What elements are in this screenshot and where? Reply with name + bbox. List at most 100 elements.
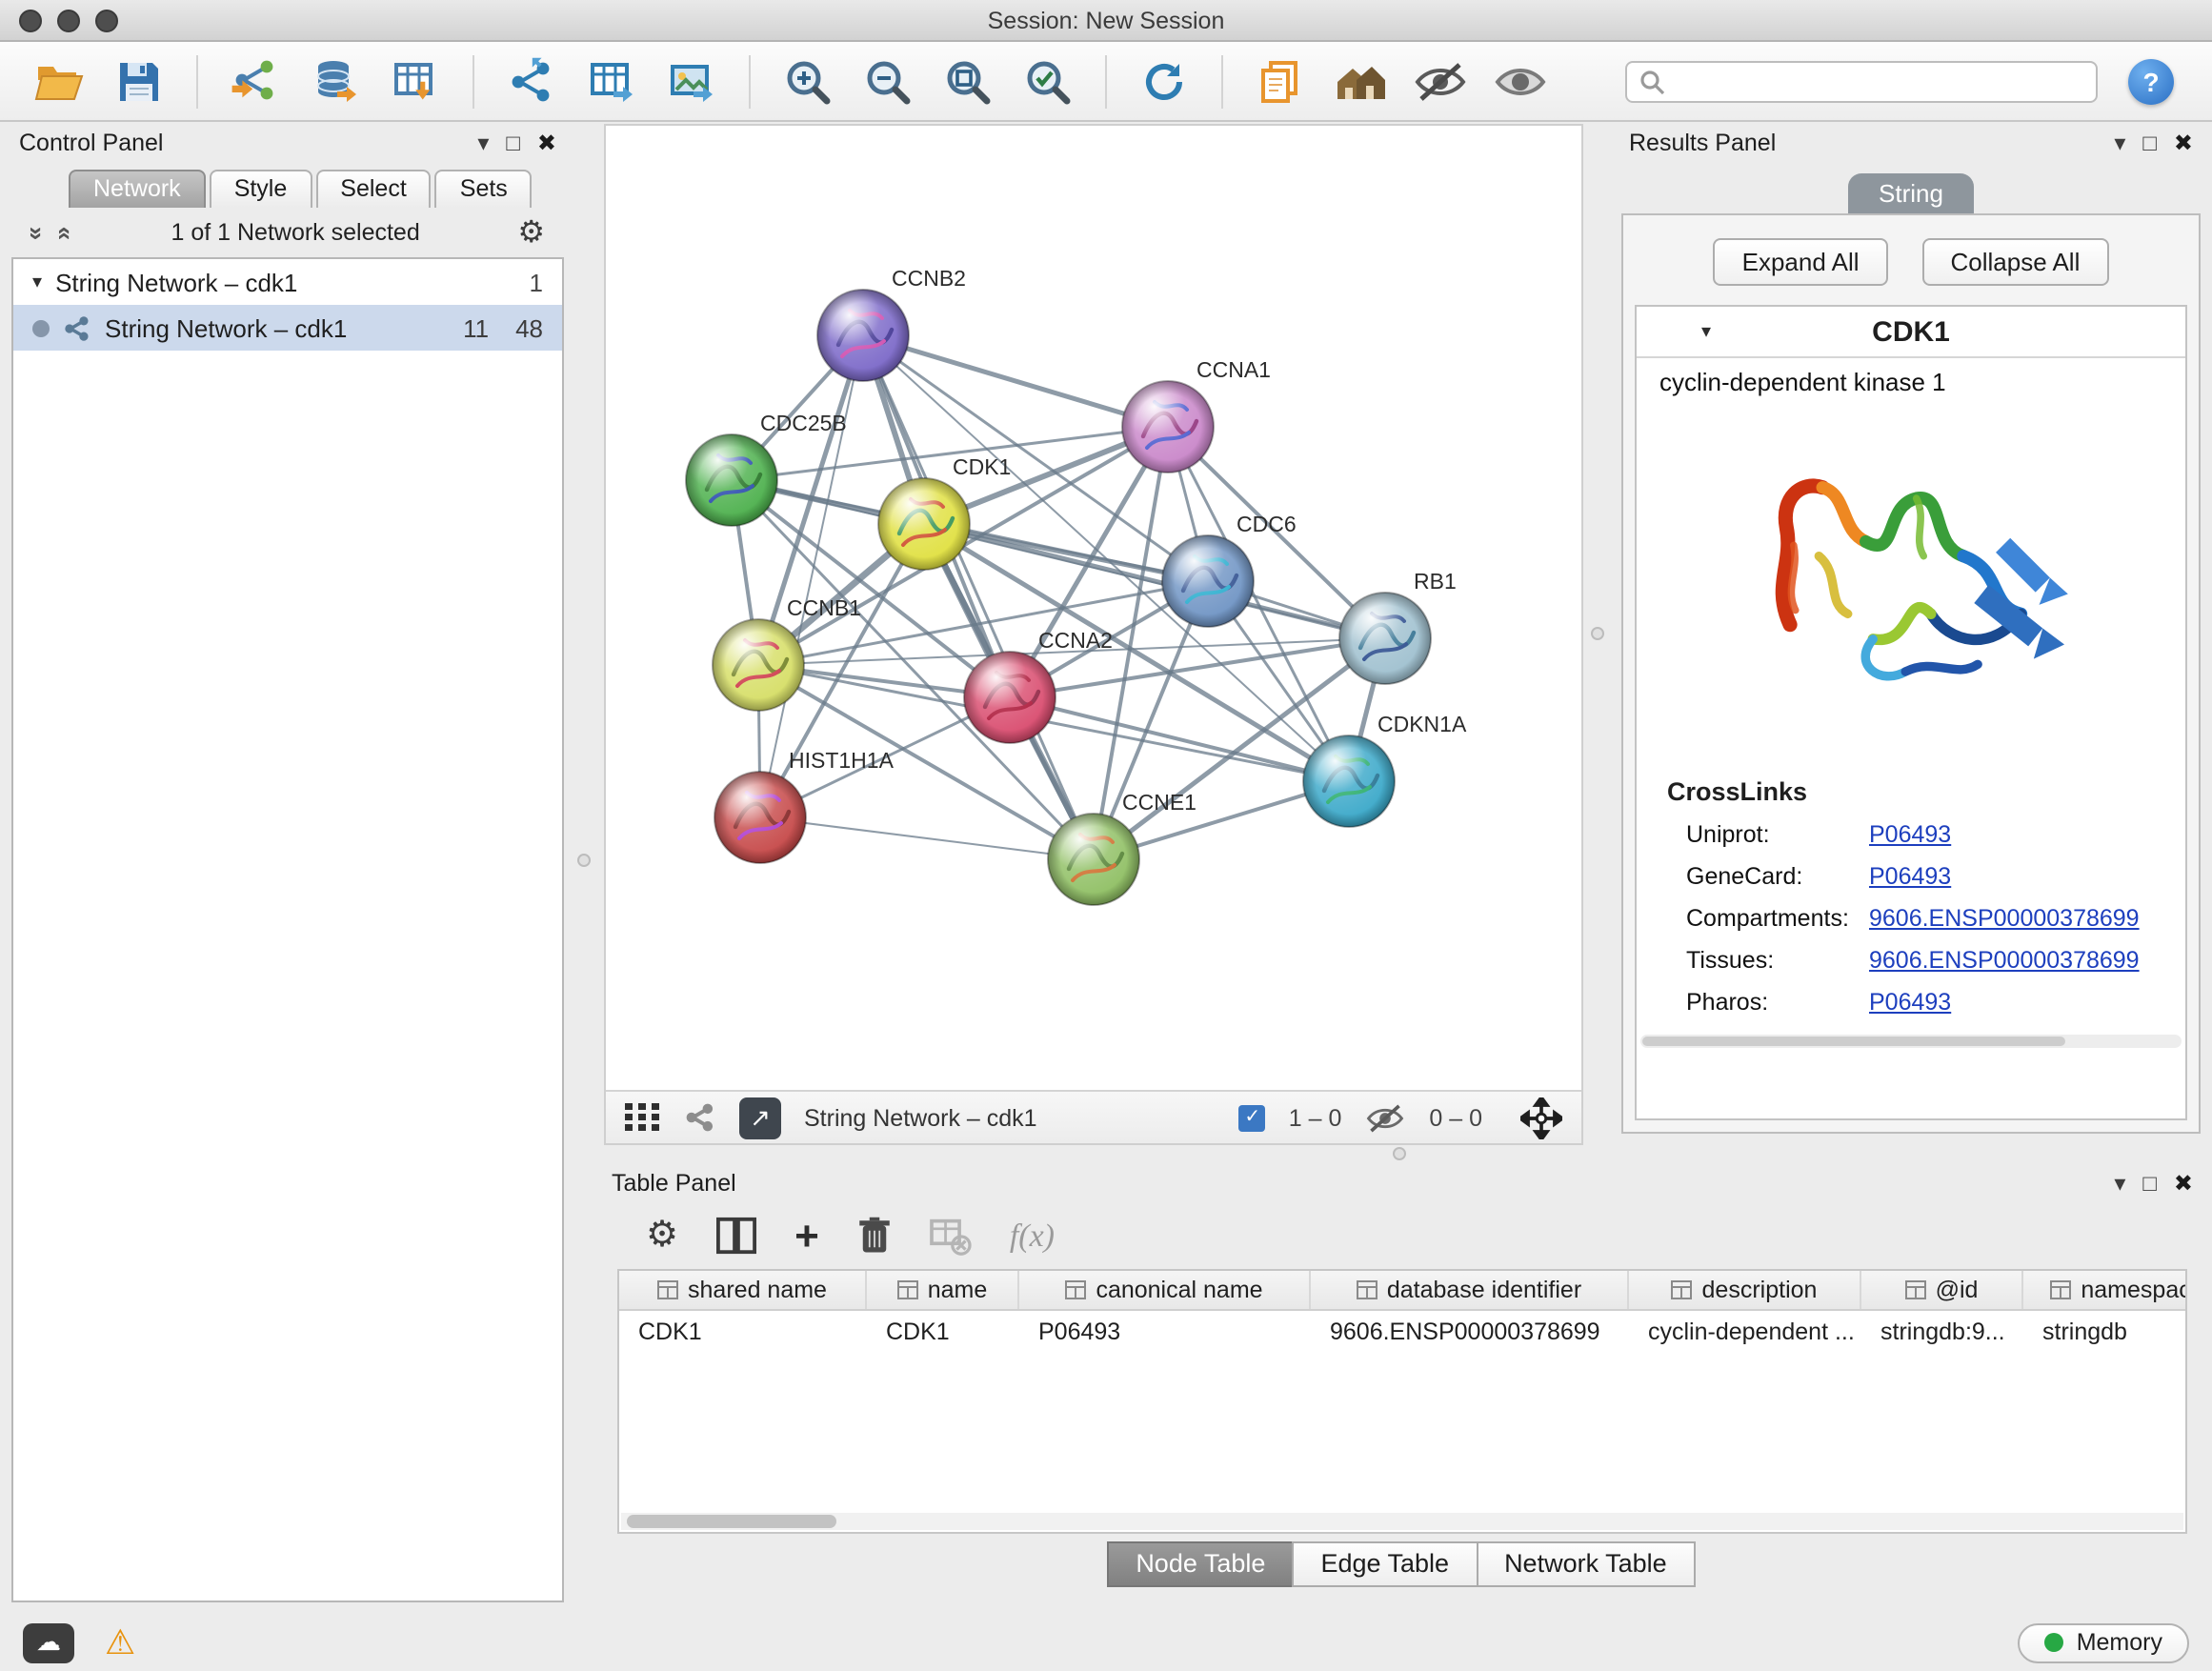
function-builder-icon[interactable]: f(x) xyxy=(1010,1217,1055,1255)
tree-expand-icon[interactable]: ▾ xyxy=(32,272,42,292)
show-graphics-details-button[interactable] xyxy=(1484,49,1557,113)
tab-style[interactable]: Style xyxy=(210,170,312,208)
panel-float-icon[interactable]: □ xyxy=(2142,1172,2157,1195)
network-edge[interactable] xyxy=(760,335,863,817)
network-node-CDC6[interactable] xyxy=(1162,535,1254,627)
tab-network-table[interactable]: Network Table xyxy=(1476,1541,1696,1587)
network-edge[interactable] xyxy=(863,335,1094,859)
network-node-HIST1H1A[interactable] xyxy=(714,772,806,863)
network-row[interactable]: String Network – cdk1 11 48 xyxy=(13,305,562,351)
results-horizontal-scrollbar[interactable] xyxy=(1640,1035,2182,1048)
crosslink-link[interactable]: P06493 xyxy=(1869,989,1951,1016)
column-header[interactable]: shared name xyxy=(619,1271,867,1309)
protein-card-header[interactable]: ▾ CDK1 xyxy=(1637,307,2185,358)
panel-menu-icon[interactable]: ▾ xyxy=(2114,1172,2125,1195)
table-cell[interactable]: 9606.ENSP00000378699 xyxy=(1311,1319,1629,1345)
panel-close-icon[interactable]: ✖ xyxy=(537,131,556,154)
tab-edge-table[interactable]: Edge Table xyxy=(1292,1541,1478,1587)
network-edge[interactable] xyxy=(760,817,1094,859)
zoom-in-button[interactable] xyxy=(772,49,844,113)
column-header[interactable]: canonical name xyxy=(1019,1271,1311,1309)
table-cell[interactable]: CDK1 xyxy=(619,1319,867,1345)
scrollbar-thumb[interactable] xyxy=(627,1515,836,1528)
table-cell[interactable]: stringdb xyxy=(2023,1319,2187,1345)
network-collection-row[interactable]: ▾ String Network – cdk1 1 xyxy=(13,259,562,305)
panel-menu-icon[interactable]: ▾ xyxy=(2114,131,2125,154)
network-node-CCNA1[interactable] xyxy=(1122,381,1214,473)
splitter-handle[interactable] xyxy=(577,854,591,867)
network-edge[interactable] xyxy=(863,335,1168,427)
panel-float-icon[interactable]: □ xyxy=(2142,131,2157,154)
table-horizontal-scrollbar[interactable] xyxy=(621,1513,2183,1530)
tab-network[interactable]: Network xyxy=(69,170,206,208)
create-column-icon[interactable]: + xyxy=(794,1215,819,1257)
tab-node-table[interactable]: Node Table xyxy=(1107,1541,1294,1587)
panel-close-icon[interactable]: ✖ xyxy=(2174,1172,2193,1195)
delete-column-trash-icon[interactable] xyxy=(857,1216,892,1256)
network-node-CDKN1A[interactable] xyxy=(1303,735,1395,827)
network-node-CCNE1[interactable] xyxy=(1048,814,1139,905)
apply-layout-button[interactable] xyxy=(1128,49,1200,113)
selected-checkbox-icon[interactable]: ✓ xyxy=(1239,1104,1266,1131)
crosslink-link[interactable]: 9606.ENSP00000378699 xyxy=(1869,947,2140,974)
network-node-CDK1[interactable] xyxy=(878,478,970,570)
network-node-CCNB2[interactable] xyxy=(817,290,909,381)
zoom-fit-button[interactable] xyxy=(932,49,1004,113)
crosslink-link[interactable]: 9606.ENSP00000378699 xyxy=(1869,905,2140,932)
column-header[interactable]: database identifier xyxy=(1311,1271,1629,1309)
zoom-selected-button[interactable] xyxy=(1012,49,1084,113)
pan-move-icon[interactable] xyxy=(1520,1097,1562,1138)
warning-icon[interactable]: ⚠ xyxy=(105,1622,135,1662)
network-node-RB1[interactable] xyxy=(1339,593,1431,684)
document-button[interactable] xyxy=(1244,49,1317,113)
open-in-new-window-button[interactable]: ↗ xyxy=(739,1097,781,1138)
collapse-section-icon[interactable]: ▾ xyxy=(1701,322,1711,343)
network-node-CCNA2[interactable] xyxy=(964,652,1056,743)
panel-menu-icon[interactable]: ▾ xyxy=(477,131,489,154)
help-button[interactable]: ? xyxy=(2128,58,2174,104)
table-cell[interactable]: stringdb:9... xyxy=(1861,1319,2023,1345)
scrollbar-thumb[interactable] xyxy=(1642,1037,2064,1046)
tab-select[interactable]: Select xyxy=(315,170,432,208)
column-header[interactable]: description xyxy=(1629,1271,1861,1309)
table-row[interactable]: CDK1 CDK1 P06493 9606.ENSP00000378699 cy… xyxy=(619,1311,2185,1353)
clone-network-button[interactable] xyxy=(495,49,568,113)
import-network-from-file-button[interactable] xyxy=(219,49,292,113)
network-canvas[interactable]: CCNB2CCNA1CDC25BCDK1CDC6RB1CCNB1CCNA2CDK… xyxy=(606,126,1581,1090)
import-table-button[interactable] xyxy=(379,49,452,113)
delete-table-icon[interactable] xyxy=(930,1217,972,1255)
column-header[interactable]: namespace xyxy=(2023,1271,2187,1309)
splitter-handle[interactable] xyxy=(1591,627,1604,640)
column-header[interactable]: @id xyxy=(1861,1271,2023,1309)
crosslink-link[interactable]: P06493 xyxy=(1869,821,1951,848)
panel-float-icon[interactable]: □ xyxy=(506,131,520,154)
cloud-button[interactable]: ☁ xyxy=(23,1622,74,1662)
collapse-all-icon[interactable]: » xyxy=(23,226,51,239)
collapse-all-button[interactable]: Collapse All xyxy=(1922,238,2109,286)
expand-all-button[interactable]: Expand All xyxy=(1714,238,1888,286)
save-session-button[interactable] xyxy=(103,49,175,113)
grid-view-icon[interactable] xyxy=(625,1103,661,1132)
network-node-CDC25B[interactable] xyxy=(686,434,777,526)
crosslink-link[interactable]: P06493 xyxy=(1869,863,1951,890)
network-options-gear-icon[interactable]: ⚙ xyxy=(517,213,545,252)
show-columns-icon[interactable] xyxy=(716,1216,756,1256)
table-cell[interactable]: cyclin-dependent ... xyxy=(1629,1319,1861,1345)
memory-button[interactable]: Memory xyxy=(2018,1622,2189,1662)
home-button[interactable] xyxy=(1324,49,1397,113)
network-node-CCNB1[interactable] xyxy=(713,619,804,711)
zoom-out-button[interactable] xyxy=(852,49,924,113)
expand-all-icon[interactable]: « xyxy=(52,226,81,239)
hide-graphics-details-button[interactable] xyxy=(1404,49,1477,113)
results-tab-string[interactable]: String xyxy=(1848,173,1974,215)
table-cell[interactable]: P06493 xyxy=(1019,1319,1311,1345)
import-network-from-database-button[interactable] xyxy=(299,49,372,113)
open-session-button[interactable] xyxy=(23,49,95,113)
splitter-handle[interactable] xyxy=(1393,1147,1406,1160)
export-table-button[interactable] xyxy=(575,49,648,113)
network-view-icon[interactable] xyxy=(684,1101,716,1134)
column-header[interactable]: name xyxy=(867,1271,1019,1309)
tab-sets[interactable]: Sets xyxy=(435,170,533,208)
export-image-button[interactable] xyxy=(655,49,728,113)
table-cell[interactable]: CDK1 xyxy=(867,1319,1019,1345)
